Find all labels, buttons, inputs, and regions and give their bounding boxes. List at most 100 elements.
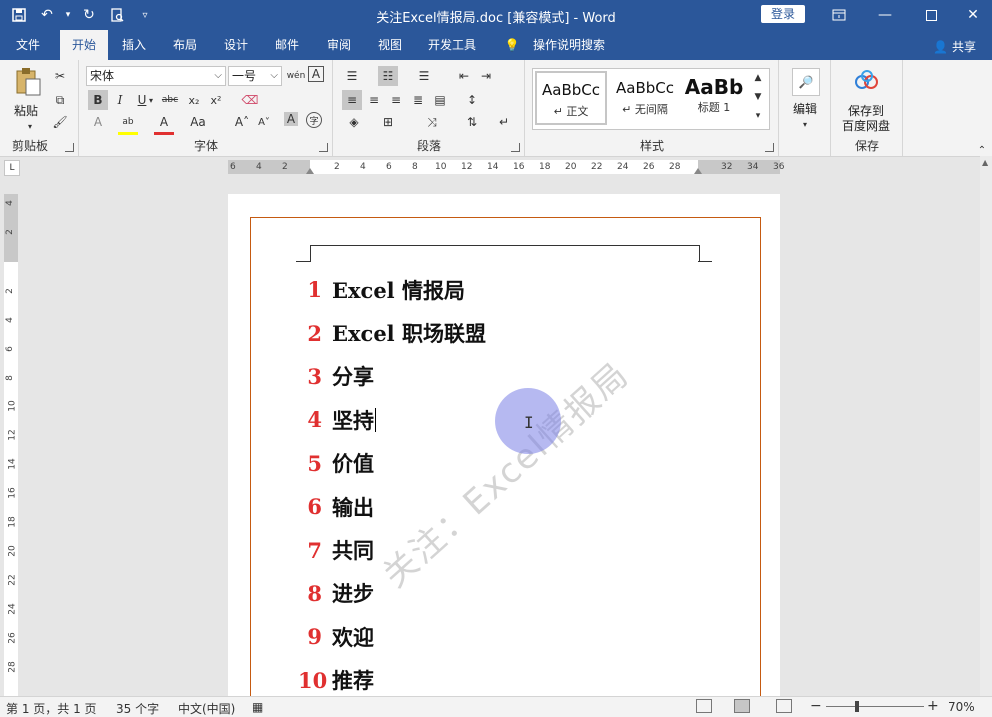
maximize-icon[interactable] bbox=[908, 0, 954, 30]
change-case-icon[interactable]: Aa bbox=[188, 112, 208, 132]
paste-icon[interactable] bbox=[12, 66, 44, 98]
zoom-in-icon[interactable]: + bbox=[927, 698, 939, 714]
list-item[interactable]: 4 坚持 bbox=[298, 398, 486, 441]
gallery-up-icon[interactable]: ▲ bbox=[749, 69, 767, 87]
font-color-icon[interactable]: A bbox=[154, 112, 174, 135]
font-launcher-icon[interactable] bbox=[319, 143, 328, 152]
horizontal-ruler[interactable]: 6 4 2 2 4 6 8 10 12 14 16 18 20 22 24 26… bbox=[228, 160, 784, 174]
character-shading-icon[interactable]: A bbox=[284, 112, 298, 126]
show-marks-icon[interactable]: ↵ bbox=[494, 112, 514, 132]
highlight-icon[interactable]: ab bbox=[118, 112, 138, 135]
vertical-scrollbar[interactable]: ▲ bbox=[980, 156, 992, 696]
zoom-level[interactable]: 70% bbox=[948, 700, 975, 714]
borders-icon[interactable]: ⊞ bbox=[378, 112, 398, 132]
enclose-characters-icon[interactable]: 字 bbox=[306, 112, 322, 128]
style-no-spacing[interactable]: AaBbCc ↵ 无间隔 bbox=[609, 71, 681, 125]
paste-dropdown-icon[interactable]: ▾ bbox=[20, 116, 40, 136]
subscript-icon[interactable]: x₂ bbox=[184, 90, 204, 110]
list-item[interactable]: 3 分享 bbox=[298, 355, 486, 398]
sort-icon[interactable]: ⇅ bbox=[462, 112, 482, 132]
phonetic-guide-icon[interactable]: wén bbox=[286, 66, 306, 86]
right-indent-marker[interactable] bbox=[694, 168, 702, 174]
list-item[interactable]: 9 欢迎 bbox=[298, 615, 486, 658]
format-painter-icon[interactable]: 🖌 bbox=[50, 112, 70, 132]
superscript-icon[interactable]: x² bbox=[206, 90, 226, 110]
ruler-tick: 4 bbox=[360, 162, 366, 172]
shading-icon[interactable]: ◈ bbox=[344, 112, 364, 132]
share-button[interactable]: 👤 共享 bbox=[933, 38, 976, 55]
italic-icon[interactable]: I bbox=[110, 90, 130, 110]
ruler-tick: 12 bbox=[7, 429, 18, 441]
justify-icon[interactable]: ≣ bbox=[408, 90, 428, 110]
gallery-more-icon[interactable]: ▾ bbox=[749, 107, 767, 125]
bullets-icon[interactable]: ☰ bbox=[342, 66, 362, 86]
multilevel-list-icon[interactable]: ☰ bbox=[414, 66, 434, 86]
tab-developer[interactable]: 开发工具 bbox=[420, 30, 484, 60]
zoom-out-icon[interactable]: − bbox=[810, 698, 822, 714]
decrease-indent-icon[interactable]: ⇤ bbox=[454, 66, 474, 86]
close-icon[interactable]: ✕ bbox=[950, 0, 992, 30]
list-item[interactable]: 1 Excel 情报局 bbox=[298, 268, 486, 311]
language[interactable]: 中文(中国) bbox=[178, 700, 235, 717]
zoom-slider-thumb[interactable] bbox=[855, 701, 859, 712]
login-button[interactable]: 登录 bbox=[761, 5, 805, 23]
character-border-icon[interactable]: A bbox=[308, 66, 324, 82]
tab-home[interactable]: 开始 bbox=[60, 30, 108, 60]
align-right-icon[interactable]: ≡ bbox=[386, 90, 406, 110]
font-size-combo[interactable]: 一号 ⌵ bbox=[228, 66, 282, 86]
tab-view[interactable]: 视图 bbox=[368, 30, 412, 60]
ribbon-display-options-icon[interactable] bbox=[816, 0, 862, 30]
tab-file[interactable]: 文件 bbox=[6, 30, 50, 60]
baidu-cloud-icon[interactable] bbox=[854, 68, 880, 94]
minimize-icon[interactable]: — bbox=[862, 0, 908, 30]
read-mode-icon[interactable] bbox=[696, 699, 712, 713]
list-item[interactable]: 2 Excel 职场联盟 bbox=[298, 311, 486, 354]
page-count[interactable]: 第 1 页，共 1 页 bbox=[6, 700, 97, 717]
web-layout-icon[interactable] bbox=[776, 699, 792, 713]
list-item[interactable]: 5 价值 bbox=[298, 442, 486, 485]
tab-insert[interactable]: 插入 bbox=[112, 30, 156, 60]
line-spacing-icon[interactable]: ↕ bbox=[462, 90, 482, 110]
editing-dropdown-icon[interactable]: ▾ bbox=[795, 114, 815, 134]
tell-me-search[interactable]: 操作说明搜索 bbox=[528, 30, 610, 60]
grow-font-icon[interactable]: A˄ bbox=[232, 112, 252, 132]
list-number: 1 bbox=[307, 277, 322, 303]
clear-formatting-icon[interactable]: ⌫ bbox=[240, 90, 260, 110]
tab-layout[interactable]: 布局 bbox=[163, 30, 207, 60]
macro-record-icon[interactable]: ▦ bbox=[252, 700, 263, 714]
cut-icon[interactable]: ✂ bbox=[50, 66, 70, 86]
paragraph-launcher-icon[interactable] bbox=[511, 143, 520, 152]
print-layout-icon[interactable] bbox=[734, 699, 750, 713]
gallery-down-icon[interactable]: ▼ bbox=[749, 88, 767, 106]
styles-launcher-icon[interactable] bbox=[765, 143, 774, 152]
distributed-icon[interactable]: ▤ bbox=[430, 90, 450, 110]
ruler-tick: 2 bbox=[4, 288, 15, 294]
baidu-pan-label[interactable]: 百度网盘 bbox=[842, 117, 890, 134]
style-heading-1[interactable]: AaBb 标题 1 bbox=[683, 71, 745, 125]
clipboard-launcher-icon[interactable] bbox=[65, 143, 74, 152]
tab-selector-icon[interactable]: L bbox=[4, 160, 20, 176]
copy-icon[interactable]: ⧉ bbox=[50, 90, 70, 110]
left-indent-marker[interactable] bbox=[306, 168, 314, 174]
scroll-up-icon[interactable]: ▲ bbox=[982, 158, 988, 167]
tab-mailings[interactable]: 邮件 bbox=[265, 30, 309, 60]
increase-indent-icon[interactable]: ⇥ bbox=[476, 66, 496, 86]
find-icon[interactable]: 🔎 bbox=[792, 68, 820, 96]
bold-icon[interactable]: B bbox=[88, 90, 108, 110]
align-center-icon[interactable]: ≡ bbox=[364, 90, 384, 110]
tab-design[interactable]: 设计 bbox=[214, 30, 258, 60]
shrink-font-icon[interactable]: A˅ bbox=[254, 112, 274, 132]
chinese-layout-icon[interactable]: ⤨ bbox=[422, 112, 442, 132]
tab-review[interactable]: 审阅 bbox=[317, 30, 361, 60]
list-number: 10 bbox=[298, 667, 328, 693]
font-name-combo[interactable]: 宋体 ⌵ bbox=[86, 66, 226, 86]
zoom-slider[interactable] bbox=[826, 706, 924, 707]
vertical-ruler[interactable]: 4 2 2 4 6 8 10 12 14 16 18 20 22 24 26 2… bbox=[4, 194, 18, 696]
align-left-icon[interactable]: ≡ bbox=[342, 90, 362, 110]
text-effects-icon[interactable]: A bbox=[88, 112, 108, 132]
numbering-icon[interactable]: ☷ bbox=[378, 66, 398, 86]
style-normal[interactable]: AaBbCc ↵ 正文 bbox=[535, 71, 607, 125]
word-count[interactable]: 35 个字 bbox=[116, 700, 159, 717]
underline-dropdown-icon[interactable]: ▾ bbox=[146, 90, 156, 110]
strikethrough-icon[interactable]: abc bbox=[160, 90, 180, 110]
